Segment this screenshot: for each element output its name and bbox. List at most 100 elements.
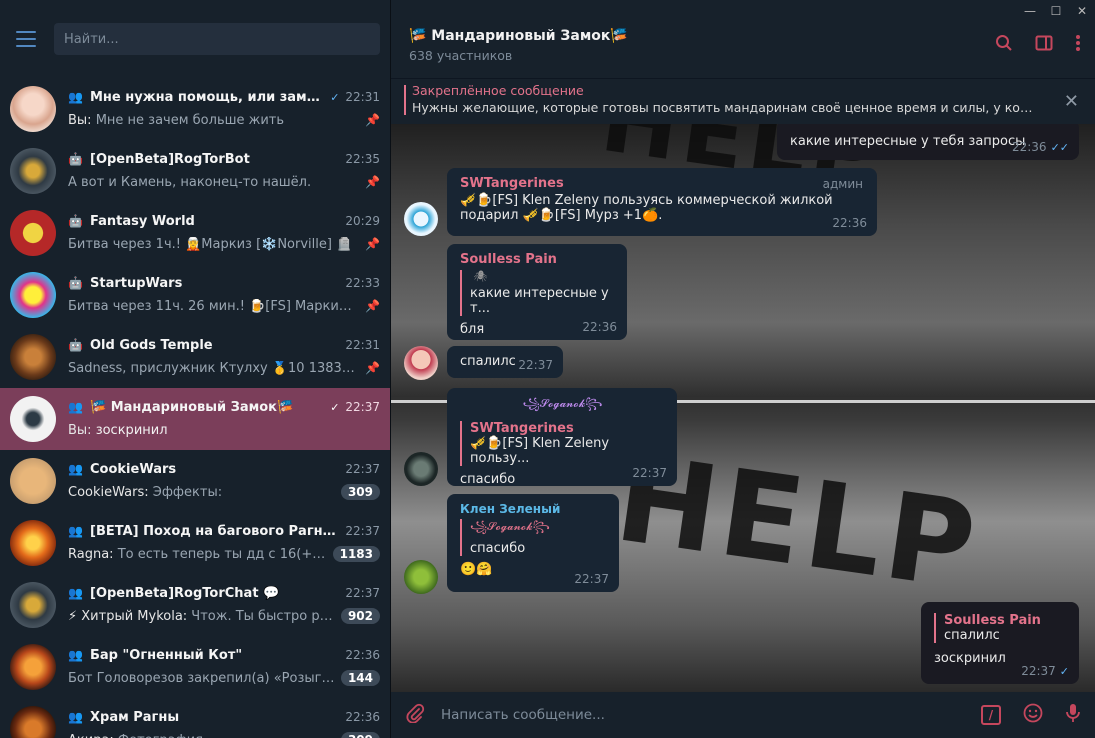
reply-quote[interactable]: ꧁𝓢𝓸𝓰𝓪𝓷𝓸𝓴꧂ спасибо <box>460 519 607 556</box>
chat-list-item[interactable]: 🤖 [OpenBeta]RogTorBot 22:35 А вот и Каме… <box>0 140 390 202</box>
unread-badge: 902 <box>340 608 380 624</box>
message-bubble[interactable]: SWTangerines админ 🎺🍺[FS] Klen Zeleny по… <box>447 168 877 236</box>
chat-header[interactable]: 🎏 Мандариновый Замок🎏 638 участников <box>391 0 1095 78</box>
avatar[interactable] <box>404 560 438 594</box>
chat-preview: Акира: Фотография <box>68 733 335 738</box>
message-text: какие интересные у тебя запросы <box>790 134 1026 149</box>
reply-quote[interactable]: Soulless Pain спалилс <box>934 613 1067 643</box>
message-bubble[interactable]: ꧁𝓢𝓸𝓰𝓪𝓷𝓸𝓴꧂ SWTangerines 🎺🍺[FS] Klen Zelen… <box>447 388 677 487</box>
avatar[interactable] <box>404 202 438 236</box>
unread-badge: 144 <box>340 670 380 686</box>
bot-commands-icon[interactable]: / <box>981 705 1001 725</box>
menu-icon[interactable] <box>16 31 36 47</box>
pinned-text: Нужны желающие, которые готовы посвятить… <box>412 100 1034 115</box>
chat-time: 22:36 <box>345 648 380 662</box>
chat-time: 20:29 <box>345 214 380 228</box>
group-icon: 👥 <box>68 462 83 476</box>
chat-name: [OpenBeta]RogTorBot <box>90 151 250 167</box>
reply-text: 🎺🍺[FS] Klen Zeleny пользу... <box>470 436 610 466</box>
message-bubble[interactable]: Клен Зеленый ꧁𝓢𝓸𝓰𝓪𝓷𝓸𝓴꧂ спасибо 🙂🤗 22:37 <box>447 494 619 592</box>
avatar <box>10 706 56 738</box>
minimize-button[interactable]: — <box>1017 0 1043 22</box>
chat-name: [OpenBeta]RogTorChat 💬 <box>90 585 280 601</box>
read-check-icon: ✓✓ <box>1050 141 1069 154</box>
reply-author: Soulless Pain <box>944 613 1041 628</box>
chat-time: 22:31 <box>345 90 380 104</box>
chat-list-item[interactable]: 🤖 Fantasy World 20:29 Битва через 1ч.! 🧝… <box>0 202 390 264</box>
chat-preview: Вы: зоскринил <box>68 422 168 438</box>
chat-name: [BETA] Поход на багового Рагнароса ... <box>90 523 340 539</box>
attach-icon[interactable] <box>405 703 425 727</box>
message-bubble[interactable]: Soulless Pain 🕷 какие интересные у т... … <box>447 244 627 340</box>
bot-icon: 🤖 <box>68 276 83 290</box>
chat-list-item[interactable]: 👥 Мне нужна помощь, или заметки ... ✓ 22… <box>0 78 390 140</box>
reply-author: SWTangerines <box>470 421 574 436</box>
pin-icon: 📌 <box>365 237 380 251</box>
group-icon: 👥 <box>68 710 83 724</box>
pinned-title: Закреплённое сообщение <box>412 83 584 98</box>
maximize-button[interactable]: ☐ <box>1043 0 1069 22</box>
message-text: 🎺🍺[FS] Klen Zeleny пользуясь коммерческо… <box>460 193 833 208</box>
chat-preview: Sadness, прислужник Ктулху 🥇10 138326/3.… <box>68 360 358 376</box>
avatar <box>10 272 56 318</box>
admin-badge: админ <box>822 177 863 191</box>
message-time: 22:36 <box>1011 140 1047 154</box>
message-author[interactable]: SWTangerines <box>460 176 865 191</box>
group-icon: 👥 <box>68 648 83 662</box>
avatar[interactable] <box>404 346 438 380</box>
unread-badge: 309 <box>340 732 380 738</box>
message-bubble[interactable]: Soulless Pain спалилс зоскринил 22:37 ✓ <box>921 602 1079 684</box>
search-icon[interactable] <box>995 34 1013 57</box>
reply-quote[interactable]: SWTangerines 🎺🍺[FS] Klen Zeleny пользу..… <box>460 421 665 466</box>
chat-name: CookieWars <box>90 461 177 477</box>
chat-name: Бар "Огненный Кот" <box>90 647 243 663</box>
chat-preview: Битва через 1ч.! 🧝Маркиз [❄️Norville] 🪦 <box>68 236 353 252</box>
avatar <box>10 458 56 504</box>
avatar <box>10 582 56 628</box>
pinned-message[interactable]: Закреплённое сообщение Нужны желающие, к… <box>391 78 1095 124</box>
search-input[interactable]: Найти... <box>54 23 380 55</box>
chat-preview: Битва через 11ч. 26 мин.! 🍺[FS] Маркиз [… <box>68 298 358 314</box>
message-time: 22:37 <box>632 466 667 480</box>
more-icon[interactable] <box>1075 34 1081 57</box>
chat-preview: А вот и Камень, наконец-то нашёл. <box>68 174 312 190</box>
chat-list-item[interactable]: 👥 CookieWars 22:37 CookieWars: Эффекты: … <box>0 450 390 512</box>
microphone-icon[interactable] <box>1065 703 1081 728</box>
unread-badge: 1183 <box>332 546 380 562</box>
chat-list-item[interactable]: 👥 Храм Рагны 22:36 Акира: Фотография 309 <box>0 698 390 738</box>
chat-list-item[interactable]: 🤖 Old Gods Temple 22:31 Sadness, прислуж… <box>0 326 390 388</box>
avatar <box>10 396 56 442</box>
reply-quote[interactable]: 🕷 какие интересные у т... <box>460 270 615 316</box>
group-icon: 👥 <box>68 400 83 414</box>
chat-time: 22:35 <box>345 152 380 166</box>
chat-time: 22:31 <box>345 338 380 352</box>
close-icon[interactable]: ✕ <box>1064 91 1079 112</box>
emoji-icon[interactable] <box>1023 703 1043 728</box>
member-count: 638 участников <box>409 48 513 63</box>
message-author[interactable]: Soulless Pain <box>460 252 615 267</box>
message-time: 22:36 <box>832 216 867 230</box>
message-time: 22:37 <box>518 358 553 372</box>
chat-list-item[interactable]: 👥 [OpenBeta]RogTorChat 💬 22:37 ⚡ Хитрый … <box>0 574 390 636</box>
reply-text: спасибо <box>470 541 526 556</box>
message-author[interactable]: Клен Зеленый <box>460 502 607 516</box>
avatar <box>10 520 56 566</box>
chat-list-item[interactable]: 🤖 StartupWars 22:33 Битва через 11ч. 26 … <box>0 264 390 326</box>
chat-time: 22:37 <box>345 462 380 476</box>
chat-name: Храм Рагны <box>90 709 180 725</box>
message-input[interactable]: Написать сообщение... <box>441 707 981 723</box>
chat-list-item[interactable]: 👥 [BETA] Поход на багового Рагнароса ...… <box>0 512 390 574</box>
close-window-button[interactable]: ✕ <box>1069 0 1095 22</box>
message-bubble[interactable]: спалилс 22:37 <box>447 346 563 378</box>
unread-badge: 309 <box>340 484 380 500</box>
chat-list-item[interactable]: 👥 Бар "Огненный Кот" 22:36 Бот Головорез… <box>0 636 390 698</box>
reply-text: какие интересные у т... <box>470 286 609 316</box>
sidebar-toggle-icon[interactable] <box>1035 34 1053 57</box>
chat-name: Fantasy World <box>90 213 195 229</box>
message-author[interactable]: ꧁𝓢𝓸𝓰𝓪𝓷𝓸𝓴꧂ <box>460 396 665 418</box>
chat-time: 22:33 <box>345 276 380 290</box>
avatar[interactable] <box>404 452 438 486</box>
chat-list-item[interactable]: 👥 🎏 Мандариновый Замок🎏 ✓ 22:37 Вы: зоск… <box>0 388 390 450</box>
message-bubble[interactable]: какие интересные у тебя запросы 22:36 ✓✓ <box>777 124 1079 160</box>
message-area[interactable]: HELP HELP какие интересные у тебя запрос… <box>391 124 1095 692</box>
